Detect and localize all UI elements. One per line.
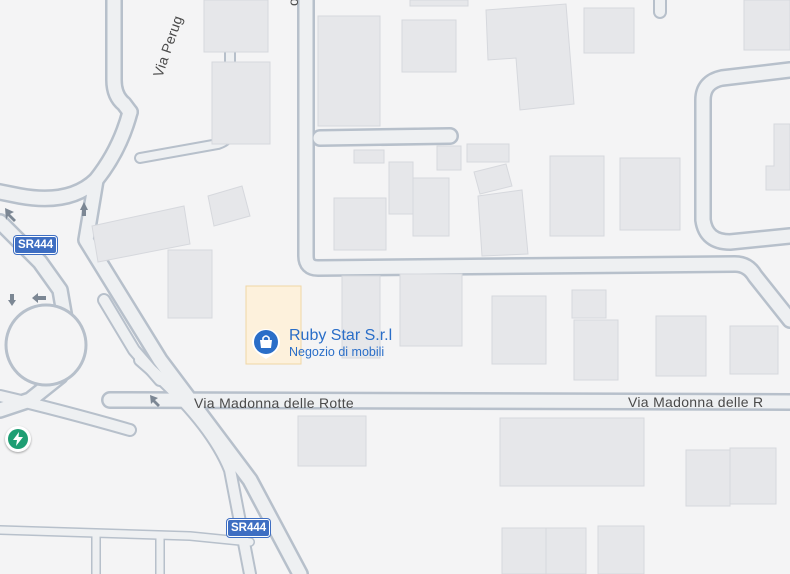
map-base-layer: Via Perug Via Madonna delle Rotte Via Ma… xyxy=(0,0,790,574)
ev-charging-station-marker[interactable] xyxy=(5,426,31,452)
shopping-bag-icon[interactable] xyxy=(251,328,281,360)
poi-ruby-star[interactable]: Ruby Star S.r.l Negozio di mobili xyxy=(251,327,392,360)
road-label-via-madonna-right: Via Madonna delle R xyxy=(628,394,763,410)
road-shield-sr444-south: SR444 xyxy=(227,519,271,537)
road-label-vertical-street: o xyxy=(285,0,301,6)
roundabout-island xyxy=(4,303,88,387)
poi-category: Negozio di mobili xyxy=(289,345,385,359)
poi-name[interactable]: Ruby Star S.r.l xyxy=(289,327,392,345)
road-shield-sr444: SR444 xyxy=(14,236,58,254)
map-canvas[interactable]: Via Perug Via Madonna delle Rotte Via Ma… xyxy=(0,0,790,574)
road-label-via-madonna-left: Via Madonna delle Rotte xyxy=(194,395,354,411)
lightning-bolt-icon xyxy=(13,432,23,446)
